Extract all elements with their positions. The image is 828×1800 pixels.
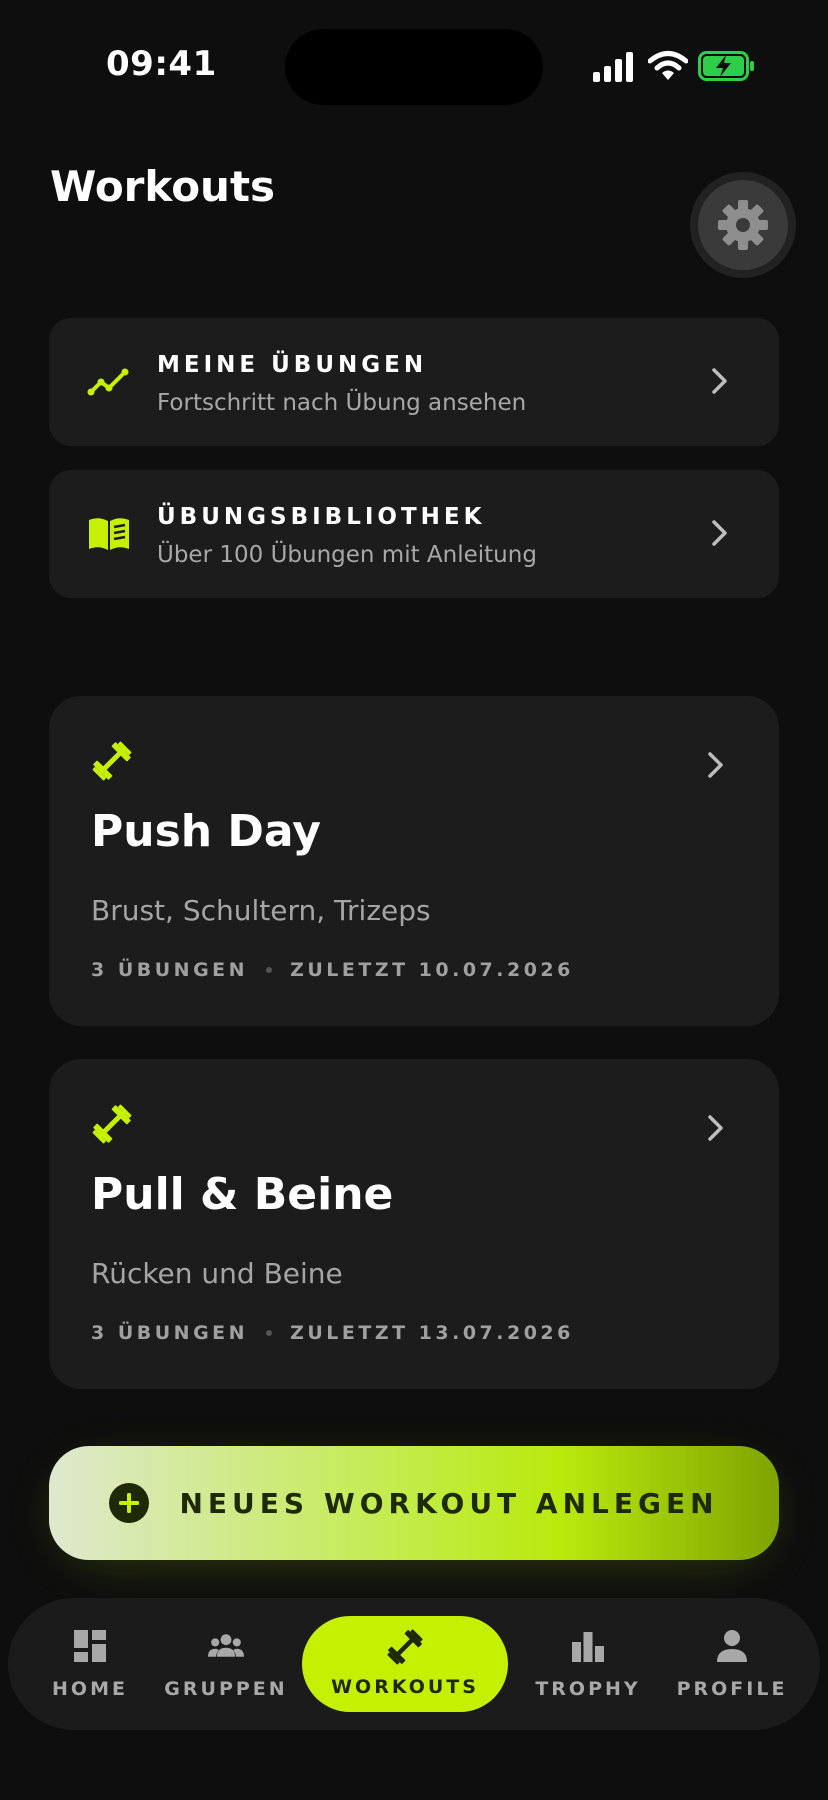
new-workout-label: NEUES WORKOUT ANLEGEN [179, 1486, 719, 1520]
workout-name: Pull & Beine [91, 1169, 394, 1220]
gear-icon [718, 200, 768, 250]
separator-dot [266, 1330, 273, 1336]
tab-gruppen[interactable]: GRUPPEN [156, 1598, 296, 1730]
group-icon [208, 1634, 244, 1657]
card-title: MEINE ÜBUNGEN [157, 352, 428, 378]
workout-meta: 3 ÜBUNGEN ZULETZT 13.07.2026 [91, 1322, 574, 1344]
chevron-right-icon [712, 368, 727, 394]
exercise-count: 3 ÜBUNGEN [91, 959, 249, 981]
tab-label: WORKOUTS [331, 1676, 479, 1698]
chevron-right-icon [712, 520, 727, 546]
tab-workouts[interactable]: WORKOUTS [302, 1616, 508, 1712]
page-title: Workouts [50, 162, 276, 211]
bar-chart-icon [572, 1632, 604, 1662]
workouts-screen: 09:41 Workouts MEINE ÜBUNGEN Fortschritt… [0, 0, 828, 1800]
card-title: ÜBUNGSBIBLIOTHEK [157, 504, 486, 530]
tab-label: TROPHY [535, 1678, 641, 1700]
dumbbell-icon [92, 741, 132, 781]
book-icon [89, 518, 129, 550]
workout-card-push-day[interactable]: Push Day Brust, Schultern, Trizeps 3 ÜBU… [49, 696, 779, 1026]
workout-card-pull-beine[interactable]: Pull & Beine Rücken und Beine 3 ÜBUNGEN … [49, 1059, 779, 1389]
wifi-icon [648, 51, 688, 80]
card-subtitle: Fortschritt nach Übung ansehen [157, 390, 527, 416]
dynamic-island [285, 29, 543, 105]
workout-meta: 3 ÜBUNGEN ZULETZT 10.07.2026 [91, 959, 574, 981]
tab-label: GRUPPEN [164, 1678, 288, 1700]
chevron-right-icon [708, 752, 723, 778]
tab-label: HOME [52, 1678, 128, 1700]
workout-name: Push Day [91, 806, 321, 857]
dumbbell-icon [387, 1629, 423, 1665]
exercise-count: 3 ÜBUNGEN [91, 1322, 249, 1344]
status-time: 09:41 [106, 44, 217, 84]
status-bar: 09:41 [0, 0, 828, 130]
exercise-library-card[interactable]: ÜBUNGSBIBLIOTHEK Über 100 Übungen mit An… [49, 470, 779, 598]
tab-label: PROFILE [676, 1678, 788, 1700]
settings-button[interactable] [690, 172, 796, 278]
person-icon [717, 1630, 747, 1662]
chevron-right-icon [708, 1115, 723, 1141]
dumbbell-icon [92, 1104, 132, 1144]
tab-home[interactable]: HOME [30, 1598, 150, 1730]
tab-profile[interactable]: PROFILE [662, 1598, 802, 1730]
bottom-tab-bar: HOME GRUPPEN WORKOUTS TROPHY PROFILE [8, 1598, 820, 1730]
workout-description: Rücken und Beine [91, 1257, 343, 1290]
trend-line-icon [87, 368, 129, 396]
plus-circle-icon [109, 1483, 150, 1523]
separator-dot [266, 967, 273, 973]
my-exercises-card[interactable]: MEINE ÜBUNGEN Fortschritt nach Übung ans… [49, 318, 779, 446]
last-done: ZULETZT 13.07.2026 [290, 1322, 574, 1344]
last-done: ZULETZT 10.07.2026 [290, 959, 574, 981]
grid-icon [74, 1630, 106, 1662]
card-subtitle: Über 100 Übungen mit Anleitung [157, 542, 537, 568]
tab-trophy[interactable]: TROPHY [518, 1598, 658, 1730]
battery-charging-icon [698, 51, 754, 81]
signal-icon [593, 52, 633, 82]
new-workout-button[interactable]: NEUES WORKOUT ANLEGEN [49, 1446, 779, 1560]
workout-description: Brust, Schultern, Trizeps [91, 894, 431, 927]
